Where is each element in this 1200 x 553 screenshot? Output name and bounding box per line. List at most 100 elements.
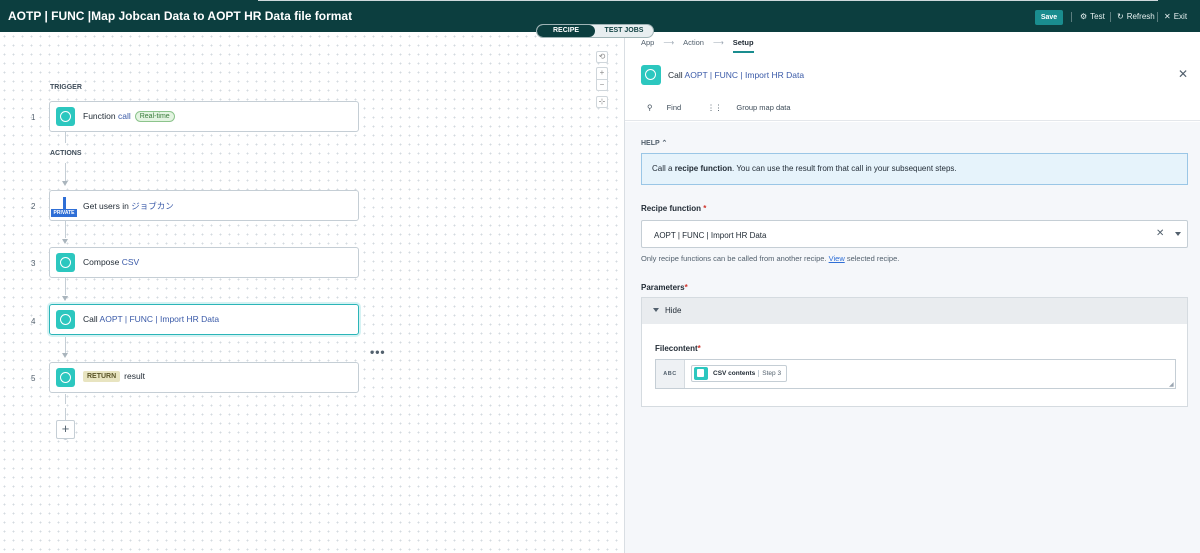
pill-step: Step 3	[758, 370, 782, 377]
filecontent-input[interactable]: ABC CSV contents Step 3 ◢	[655, 359, 1176, 389]
group-icon: ⋮⋮	[707, 103, 725, 112]
toolbar-divider	[1157, 12, 1158, 22]
breadcrumb-app[interactable]: App	[641, 38, 654, 47]
private-badge: PRIVATE	[51, 209, 77, 217]
test-label: Test	[1090, 12, 1105, 21]
resize-handle-icon[interactable]: ◢	[1169, 381, 1174, 388]
step-link: call	[117, 111, 131, 121]
step-4-call-function[interactable]: Call AOPT | FUNC | Import HR Data	[49, 304, 359, 335]
hide-toggle[interactable]: Hide	[642, 298, 1187, 324]
help-label: HELP	[641, 140, 660, 147]
panel-body: HELP ⌃ Call a recipe function. You can u…	[625, 122, 1200, 553]
connector	[65, 394, 66, 404]
connector	[65, 336, 66, 353]
csv-icon	[694, 367, 708, 380]
connector-arrow	[62, 353, 68, 358]
breadcrumb: App ⟶ Action ⟶ Setup	[641, 38, 754, 53]
parameters-section: Hide Filecontent* ABC CSV contents Step 3…	[641, 297, 1188, 407]
toolbar-divider	[1110, 12, 1111, 22]
gear-icon: ⚙	[1080, 12, 1088, 21]
recipe-canvas[interactable]: ⟲ + − ⊹ TRIGGER ACTIONS 1 Function call R…	[0, 32, 624, 553]
step-text: Get users in	[83, 201, 132, 211]
chevron-down-icon[interactable]	[1175, 232, 1181, 236]
toolbar-divider	[1071, 12, 1072, 22]
chevron-up-icon: ⌃	[661, 140, 668, 147]
step-text: Function	[83, 111, 118, 121]
connector	[65, 278, 66, 295]
view-link[interactable]: View	[829, 254, 845, 263]
refresh-label: Refresh	[1126, 12, 1155, 21]
hint-text: Only recipe functions can be called from…	[641, 254, 829, 263]
panel-header: Call AOPT | FUNC | Import HR Data ✕ ⚲ Fi…	[625, 59, 1200, 121]
connector	[65, 220, 66, 238]
panel-title: Call AOPT | FUNC | Import HR Data	[668, 70, 804, 80]
type-indicator: ABC	[656, 360, 685, 388]
group-map-label: Group map data	[736, 103, 791, 112]
exit-label: Exit	[1173, 12, 1188, 21]
zoom-in-icon[interactable]: +	[596, 67, 608, 79]
step-5-return[interactable]: RETURN result	[49, 362, 359, 393]
help-box: Call a recipe function. You can use the …	[641, 153, 1188, 185]
close-icon: ✕	[1164, 12, 1171, 21]
reset-zoom-icon[interactable]: ⟲	[596, 51, 608, 63]
exit-button[interactable]: ✕ Exit	[1164, 12, 1190, 21]
filecontent-label: Filecontent*	[655, 344, 701, 353]
parameters-label: Parameters*	[641, 283, 688, 292]
field-label: Parameters	[641, 283, 685, 292]
breadcrumb-action[interactable]: Action	[683, 38, 704, 47]
step-link: AOPT | FUNC | Import HR Data	[99, 314, 220, 324]
step-number: 3	[31, 259, 36, 268]
arrow-right-icon: ⟶	[663, 38, 675, 47]
caret-down-icon	[653, 308, 659, 312]
recipe-function-select[interactable]: AOPT | FUNC | Import HR Data ✕	[641, 220, 1188, 248]
group-map-button[interactable]: ⋮⋮ Group map data	[707, 103, 802, 112]
recipe-hint: Only recipe functions can be called from…	[641, 254, 899, 263]
save-button[interactable]: Save	[1035, 10, 1063, 25]
pill-label: CSV contents	[713, 370, 756, 377]
connector	[65, 163, 66, 183]
connector-arrow	[62, 181, 68, 186]
refresh-icon: ↻	[1117, 12, 1124, 21]
help-toggle[interactable]: HELP ⌃	[641, 139, 667, 147]
step-link: ジョブカン	[131, 201, 174, 211]
step-text: Compose	[83, 257, 122, 267]
select-value: AOPT | FUNC | Import HR Data	[654, 231, 767, 240]
step-text: result	[124, 371, 145, 381]
step-1-trigger[interactable]: Function call Real-time	[49, 101, 359, 132]
more-options-icon[interactable]: •••	[370, 345, 386, 359]
panel-title-prefix: Call	[668, 70, 685, 80]
fit-view-icon[interactable]: ⊹	[596, 96, 608, 108]
return-badge: RETURN	[83, 371, 121, 382]
recipe-tab[interactable]: RECIPE	[537, 25, 595, 37]
step-number: 1	[31, 113, 36, 122]
connector	[65, 408, 66, 420]
required-mark: *	[703, 204, 707, 213]
function-icon	[56, 310, 75, 329]
datapill-csv-contents[interactable]: CSV contents Step 3	[691, 365, 788, 382]
help-text: Call a	[652, 164, 675, 173]
find-button[interactable]: ⚲ Find	[647, 103, 693, 112]
connector-arrow	[62, 296, 68, 301]
help-bold: recipe function	[674, 164, 733, 173]
actions-label: ACTIONS	[50, 150, 82, 157]
field-label: Filecontent	[655, 344, 698, 353]
required-mark: *	[684, 283, 688, 292]
add-step-button[interactable]: +	[56, 420, 75, 439]
breadcrumb-setup[interactable]: Setup	[732, 38, 754, 53]
step-2-get-users[interactable]: PRIVATE Get users in ジョブカン	[49, 190, 359, 221]
test-button[interactable]: ⚙ Test	[1080, 12, 1108, 21]
zoom-out-icon[interactable]: −	[596, 79, 608, 91]
refresh-button[interactable]: ↻ Refresh	[1117, 12, 1158, 21]
step-3-compose-csv[interactable]: Compose CSV	[49, 247, 359, 278]
step-link: CSV	[121, 257, 140, 267]
step-number: 5	[31, 374, 36, 383]
recipe-function-label: Recipe function *	[641, 204, 706, 213]
close-panel-icon[interactable]: ✕	[1178, 67, 1188, 81]
function-icon	[56, 107, 75, 126]
connector-icon	[63, 197, 66, 209]
clear-icon[interactable]: ✕	[1156, 228, 1164, 239]
step-number: 2	[31, 202, 36, 211]
step-config-panel: App ⟶ Action ⟶ Setup Call AOPT | FUNC | Impo…	[624, 32, 1200, 553]
test-jobs-tab[interactable]: TEST JOBS	[595, 25, 653, 37]
panel-title-link[interactable]: AOPT | FUNC | Import HR Data	[685, 70, 805, 80]
